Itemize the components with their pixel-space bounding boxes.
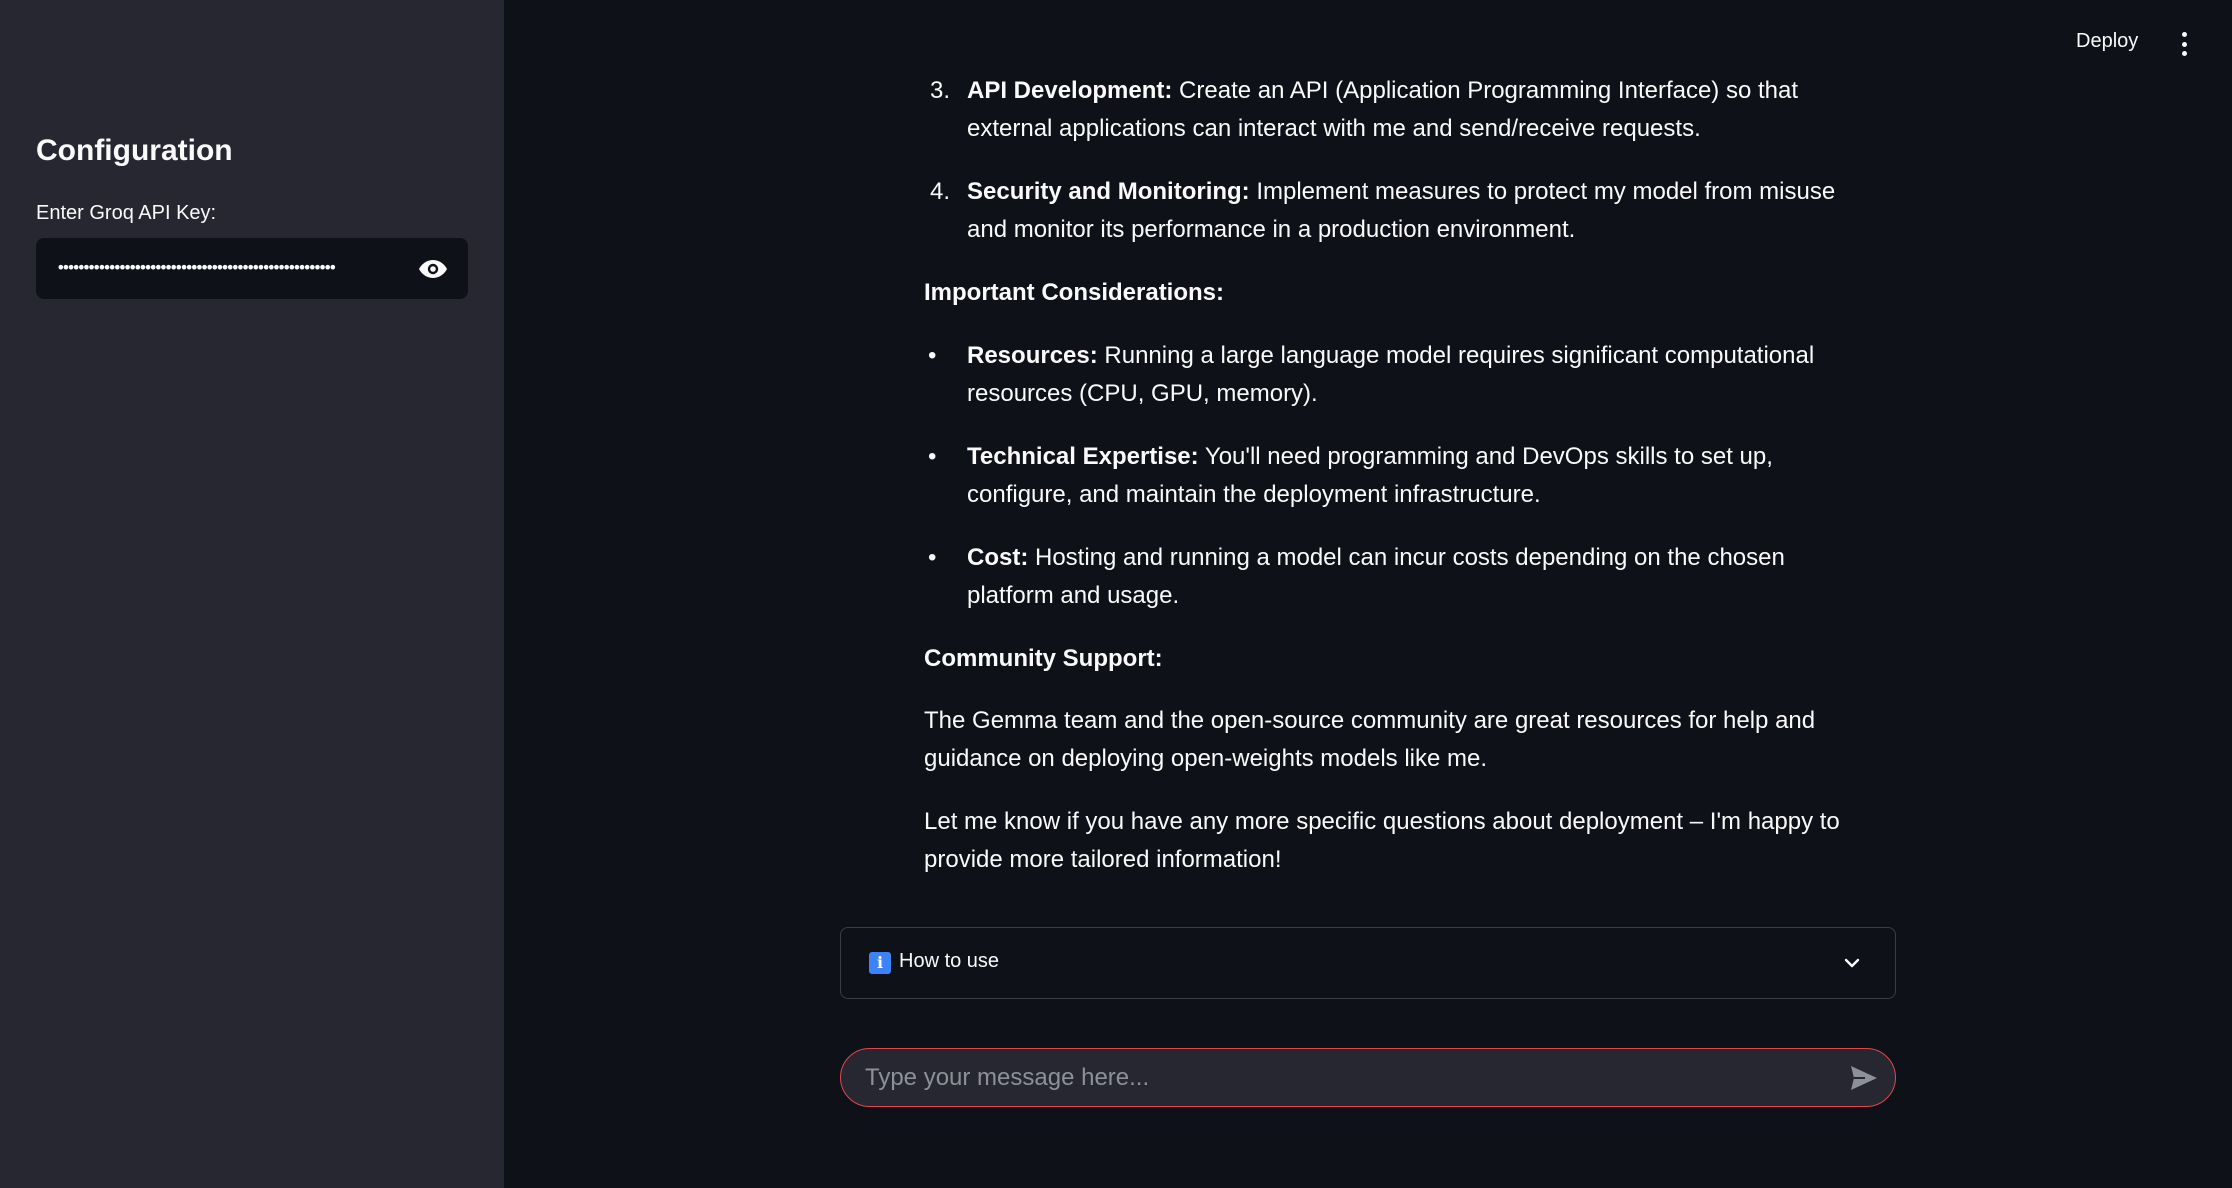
list-item-title: Technical Expertise: (967, 443, 1199, 470)
section-heading: Community Support: (924, 645, 1163, 672)
more-menu-icon[interactable] (2174, 30, 2194, 58)
list-number: 3. (930, 77, 951, 104)
api-key-field[interactable]: ••••••••••••••••••••••••••••••••••••••••… (36, 238, 468, 299)
list-item-title: Security and Monitoring: (967, 178, 1250, 205)
list-item-title: API Development: (967, 77, 1173, 104)
paragraph: The Gemma team and the open-source commu… (924, 707, 1816, 772)
bullet-icon: • (928, 544, 937, 571)
list-item-text: Hosting and running a model can incur co… (967, 544, 1785, 609)
list-item-title: Resources: (967, 342, 1098, 369)
info-icon: i (869, 952, 891, 974)
deploy-button[interactable]: Deploy (2076, 30, 2138, 53)
chevron-down-icon[interactable] (1843, 954, 1861, 972)
paragraph: Let me know if you have any more specifi… (924, 808, 1840, 873)
bullet-icon: • (928, 342, 937, 369)
chat-message-input[interactable] (865, 1059, 1815, 1097)
list-number: 4. (930, 178, 951, 205)
sidebar-title: Configuration (36, 134, 233, 167)
bullet-icon: • (928, 443, 937, 470)
list-item-title: Cost: (967, 544, 1029, 571)
chat-input-container[interactable] (840, 1048, 1896, 1107)
sidebar: Configuration Enter Groq API Key: ••••••… (0, 0, 504, 1188)
send-icon[interactable] (1849, 1063, 1879, 1093)
app-root: Configuration Enter Groq API Key: ••••••… (0, 0, 2232, 1188)
show-password-eye-icon[interactable] (416, 252, 450, 286)
how-to-use-expander[interactable]: i How to use (840, 927, 1896, 999)
expander-label: How to use (899, 950, 1000, 972)
api-key-label: Enter Groq API Key: (36, 202, 217, 224)
section-heading: Important Considerations: (924, 279, 1225, 306)
api-key-masked-value[interactable]: ••••••••••••••••••••••••••••••••••••••••… (56, 256, 418, 280)
